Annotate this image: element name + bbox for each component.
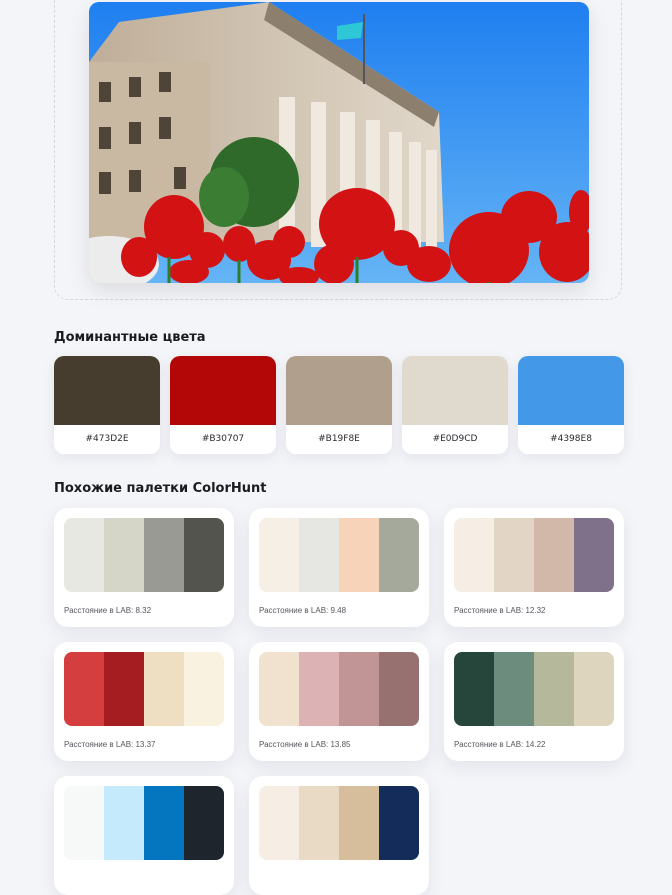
palette-strip bbox=[64, 518, 224, 592]
palette-color-chip bbox=[454, 518, 494, 592]
swatch-color bbox=[518, 356, 624, 425]
palette-strip bbox=[259, 518, 419, 592]
palette-color-chip bbox=[144, 518, 184, 592]
palette-strip bbox=[454, 652, 614, 726]
palette-color-chip bbox=[184, 652, 224, 726]
palette-color-chip bbox=[64, 652, 104, 726]
palette-color-chip bbox=[184, 786, 224, 860]
palette-color-chip bbox=[534, 652, 574, 726]
swatch-hex-label: #B30707 bbox=[201, 434, 245, 444]
palette-color-chip bbox=[494, 518, 534, 592]
palette-color-chip bbox=[379, 786, 419, 860]
palette-card[interactable] bbox=[249, 776, 429, 895]
palette-color-chip bbox=[104, 652, 144, 726]
palette-color-chip bbox=[299, 652, 339, 726]
palette-card[interactable] bbox=[54, 776, 234, 895]
swatch-color bbox=[54, 356, 160, 425]
lab-distance-label: Расстояние в LAB: 13.85 bbox=[259, 740, 351, 749]
lab-distance-label: Расстояние в LAB: 12.32 bbox=[454, 606, 546, 615]
lab-distance-label: Расстояние в LAB: 13.37 bbox=[64, 740, 156, 749]
palette-color-chip bbox=[144, 652, 184, 726]
palette-card[interactable]: Расстояние в LAB: 14.22 bbox=[444, 642, 624, 761]
palette-card[interactable]: Расстояние в LAB: 12.32 bbox=[444, 508, 624, 627]
palette-color-chip bbox=[379, 652, 419, 726]
palette-color-chip bbox=[534, 518, 574, 592]
palette-card[interactable]: Расстояние в LAB: 8.32 bbox=[54, 508, 234, 627]
palette-color-chip bbox=[299, 786, 339, 860]
palette-color-chip bbox=[64, 786, 104, 860]
dominant-colors-title: Доминантные цвета bbox=[54, 330, 206, 345]
palette-color-chip bbox=[574, 652, 614, 726]
palette-color-chip bbox=[299, 518, 339, 592]
palette-color-chip bbox=[259, 652, 299, 726]
similar-palettes-title: Похожие палетки ColorHunt bbox=[54, 481, 267, 496]
palette-color-chip bbox=[184, 518, 224, 592]
swatch-color bbox=[286, 356, 392, 425]
color-swatch[interactable]: #4398E8 bbox=[518, 356, 624, 454]
swatch-color bbox=[170, 356, 276, 425]
palette-strip bbox=[259, 786, 419, 860]
palette-color-chip bbox=[259, 518, 299, 592]
dominant-colors-row: #473D2E #B30707 #B19F8E #E0D9CD #4398E8 bbox=[54, 356, 624, 454]
uploaded-photo bbox=[89, 2, 589, 283]
lab-distance-label: Расстояние в LAB: 14.22 bbox=[454, 740, 546, 749]
swatch-hex-label: #B19F8E bbox=[318, 434, 360, 444]
color-swatch[interactable]: #473D2E bbox=[54, 356, 160, 454]
palette-card[interactable]: Расстояние в LAB: 9.48 bbox=[249, 508, 429, 627]
swatch-hex-label: #E0D9CD bbox=[432, 434, 478, 444]
palette-color-chip bbox=[144, 786, 184, 860]
lab-distance-label: Расстояние в LAB: 8.32 bbox=[64, 606, 152, 615]
palette-strip bbox=[64, 652, 224, 726]
palette-color-chip bbox=[339, 652, 379, 726]
palette-card[interactable]: Расстояние в LAB: 13.37 bbox=[54, 642, 234, 761]
palette-color-chip bbox=[104, 786, 144, 860]
palette-color-chip bbox=[574, 518, 614, 592]
palette-color-chip bbox=[259, 786, 299, 860]
palette-strip bbox=[64, 786, 224, 860]
palette-card[interactable]: Расстояние в LAB: 13.85 bbox=[249, 642, 429, 761]
swatch-color bbox=[402, 356, 508, 425]
palette-color-chip bbox=[339, 786, 379, 860]
swatch-hex-label: #4398E8 bbox=[550, 434, 592, 444]
palette-color-chip bbox=[494, 652, 534, 726]
lab-distance-label: Расстояние в LAB: 9.48 bbox=[259, 606, 347, 615]
palette-color-chip bbox=[339, 518, 379, 592]
color-swatch[interactable]: #B19F8E bbox=[286, 356, 392, 454]
color-swatch[interactable]: #B30707 bbox=[170, 356, 276, 454]
palette-strip bbox=[454, 518, 614, 592]
palette-strip bbox=[259, 652, 419, 726]
palette-color-chip bbox=[104, 518, 144, 592]
palette-color-chip bbox=[379, 518, 419, 592]
color-swatch[interactable]: #E0D9CD bbox=[402, 356, 508, 454]
palette-color-chip bbox=[454, 652, 494, 726]
palette-color-chip bbox=[64, 518, 104, 592]
swatch-hex-label: #473D2E bbox=[85, 434, 129, 444]
